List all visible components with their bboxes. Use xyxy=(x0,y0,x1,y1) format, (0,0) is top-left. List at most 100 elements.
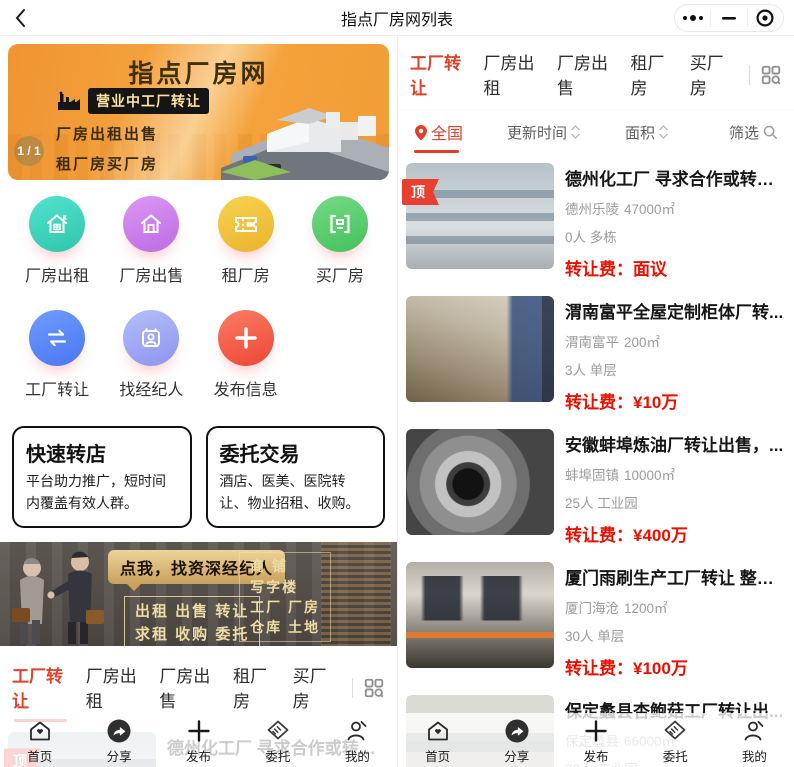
listing-price: 转让费：¥100万 xyxy=(565,654,784,679)
promo-card-fast-transfer[interactable]: 快速转店 平台助力推广，短时间内覆盖有效人群。 xyxy=(12,426,192,528)
listing-meta: 3人 单层 xyxy=(565,359,784,379)
bottom-tabbar: 首页 分享 发布 委托 我的 xyxy=(398,713,794,767)
tab-plant-sell[interactable]: 厂房出售 xyxy=(557,49,613,109)
filter-location[interactable]: 全国 xyxy=(414,120,463,153)
listing-title: 安徽蚌埠炼油厂转让出售，... xyxy=(565,431,784,456)
list-panel: 工厂转让 厂房出租 厂房出售 租厂房 买厂房 全国 更新时间 xyxy=(397,36,794,767)
bottom-tabbar: 首页 分享 发布 委托 我的 xyxy=(0,713,397,767)
quick-action-rent-out[interactable]: 厂房出租 xyxy=(10,196,104,286)
listing-meta: 25人 工业园 xyxy=(565,492,784,512)
quick-action-rent[interactable]: 租厂房 xyxy=(199,196,293,286)
target-close-icon[interactable] xyxy=(747,9,783,27)
swap-arrows-icon xyxy=(43,324,71,352)
tab-plant-rent[interactable]: 厂房出租 xyxy=(483,49,539,109)
banner-line1: 厂房出租出售 xyxy=(56,123,209,144)
promo-card-entrust[interactable]: 委托交易 酒店、医美、医院转让、物业招租、收购。 xyxy=(206,426,386,528)
agent-categories-box: 商 铺 写字楼 工厂 厂房 仓库 土地 xyxy=(239,552,331,641)
tabbar-share[interactable]: 分享 xyxy=(477,718,556,765)
more-dots-icon[interactable] xyxy=(675,9,710,27)
tabbar-home[interactable]: 首页 xyxy=(0,718,79,765)
listing-location: 德州乐陵47000㎡ xyxy=(565,198,784,218)
tabbar-entrust[interactable]: 委托 xyxy=(636,718,715,765)
listing-photo: 顶 xyxy=(406,163,554,269)
map-pin-icon xyxy=(414,124,428,141)
factory-illustration xyxy=(221,76,389,180)
tabbar-entrust[interactable]: 委托 xyxy=(238,718,317,765)
listing-meta: 30人 单层 xyxy=(565,625,784,645)
tabbar-publish[interactable]: 发布 xyxy=(159,718,238,765)
filter-more[interactable]: 筛选 xyxy=(729,122,778,152)
app-window: 指点厂房网列表 指点厂房网 xyxy=(0,0,794,767)
publish-plus-icon xyxy=(583,718,609,744)
factory-icon xyxy=(56,90,82,112)
tabbar-publish[interactable]: 发布 xyxy=(556,718,635,765)
list-item[interactable]: 安徽蚌埠炼油厂转让出售，... 蚌埠固镇10000㎡ 25人 工业园 转让费：¥… xyxy=(398,419,794,552)
quick-action-sell[interactable]: 厂房出售 xyxy=(104,196,198,286)
listing-list: 顶 德州化工厂 寻求合作或转让... 德州乐陵47000㎡ 0人 多栋 转让费：… xyxy=(398,153,794,767)
businessmen-illustration xyxy=(6,546,110,646)
quick-action-buy[interactable]: 买厂房 xyxy=(293,196,387,286)
tab-buy-plant[interactable]: 买厂房 xyxy=(690,49,732,109)
listing-location: 厦门海沧1200㎡ xyxy=(565,597,784,617)
quick-action-grid: 厂房出租 厂房出售 租厂房 买厂房 工厂转让 xyxy=(0,180,397,424)
listing-title: 德州化工厂 寻求合作或转让... xyxy=(565,165,784,190)
category-grid-icon[interactable] xyxy=(363,677,385,707)
listing-location: 渭南富平200㎡ xyxy=(565,331,784,351)
listing-photo xyxy=(406,296,554,402)
miniprogram-capsule xyxy=(674,4,784,32)
agent-banner[interactable]: 点我，找资深经纪人 出租 出售 转让 求租 收购 委托 商 铺 写字楼 工厂 厂… xyxy=(0,542,397,646)
banner-title: 指点厂房网 xyxy=(8,54,389,90)
publish-plus-icon xyxy=(186,718,212,744)
list-item[interactable]: 厦门雨刷生产工厂转让 整体... 厦门海沧1200㎡ 30人 单层 转让费：¥1… xyxy=(398,552,794,685)
tabbar-share[interactable]: 分享 xyxy=(79,718,158,765)
category-grid-icon[interactable] xyxy=(760,64,782,94)
filter-update-time[interactable]: 更新时间 xyxy=(507,122,581,152)
house-rent-icon xyxy=(43,210,71,238)
tabs-divider xyxy=(749,65,750,85)
banner-badge: 营业中工厂转让 xyxy=(88,88,209,114)
home-panel: 指点厂房网 营业中工厂转让 厂房出租出售 租厂房买厂房 xyxy=(0,36,397,767)
category-tabs: 工厂转让 厂房出租 厂房出售 租厂房 买厂房 xyxy=(0,646,397,722)
listing-price: 转让费：¥10万 xyxy=(565,388,784,413)
sort-chevrons-icon xyxy=(658,124,669,140)
back-button[interactable] xyxy=(0,0,40,36)
listing-price: 转让费：面议 xyxy=(565,255,784,280)
listing-location: 蚌埠固镇10000㎡ xyxy=(565,464,784,484)
tabbar-mine[interactable]: 我的 xyxy=(318,718,397,765)
top-badge: 顶 xyxy=(402,179,439,205)
list-item[interactable]: 渭南富平全屋定制柜体厂转... 渭南富平200㎡ 3人 单层 转让费：¥10万 xyxy=(398,286,794,419)
tabs-divider xyxy=(352,678,353,698)
tab-factory-transfer[interactable]: 工厂转让 xyxy=(410,49,466,109)
minimize-icon[interactable] xyxy=(710,9,746,27)
home-icon xyxy=(425,718,451,744)
banner-text-block: 营业中工厂转让 厂房出租出售 租厂房买厂房 xyxy=(56,88,209,174)
coupon-icon xyxy=(232,210,260,238)
handshake-icon xyxy=(265,718,291,744)
promo-cards: 快速转店 平台助力推广，短时间内覆盖有效人群。 委托交易 酒店、医美、医院转让、… xyxy=(12,426,385,528)
tab-rent-plant[interactable]: 租厂房 xyxy=(630,49,672,109)
agent-card-icon xyxy=(137,324,165,352)
list-item[interactable]: 顶 德州化工厂 寻求合作或转让... 德州乐陵47000㎡ 0人 多栋 转让费：… xyxy=(398,153,794,286)
tabbar-home[interactable]: 首页 xyxy=(398,718,477,765)
handshake-icon xyxy=(662,718,688,744)
building-buy-icon xyxy=(326,210,354,238)
hero-banner[interactable]: 指点厂房网 营业中工厂转让 厂房出租出售 租厂房买厂房 xyxy=(8,44,389,180)
quick-action-publish[interactable]: 发布信息 xyxy=(199,310,293,400)
tabbar-mine[interactable]: 我的 xyxy=(715,718,794,765)
filter-bar: 全国 更新时间 面积 筛选 xyxy=(398,109,794,153)
chevron-left-icon xyxy=(14,8,26,28)
listing-price: 转让费：¥400万 xyxy=(565,521,784,546)
top-navbar: 指点厂房网列表 xyxy=(0,0,794,36)
plus-circle-icon xyxy=(232,324,260,352)
quick-action-find-agent[interactable]: 找经纪人 xyxy=(104,310,198,400)
listing-title: 厦门雨刷生产工厂转让 整体... xyxy=(565,564,784,589)
share-icon xyxy=(504,718,530,744)
banner-line2: 租厂房买厂房 xyxy=(56,153,209,174)
user-icon xyxy=(741,718,767,744)
house-sell-icon xyxy=(137,210,165,238)
filter-area[interactable]: 面积 xyxy=(625,122,669,152)
category-tabs: 工厂转让 厂房出租 厂房出售 租厂房 买厂房 xyxy=(398,36,794,109)
search-icon xyxy=(762,124,778,140)
quick-action-transfer[interactable]: 工厂转让 xyxy=(10,310,104,400)
listing-title: 渭南富平全屋定制柜体厂转... xyxy=(565,298,784,323)
